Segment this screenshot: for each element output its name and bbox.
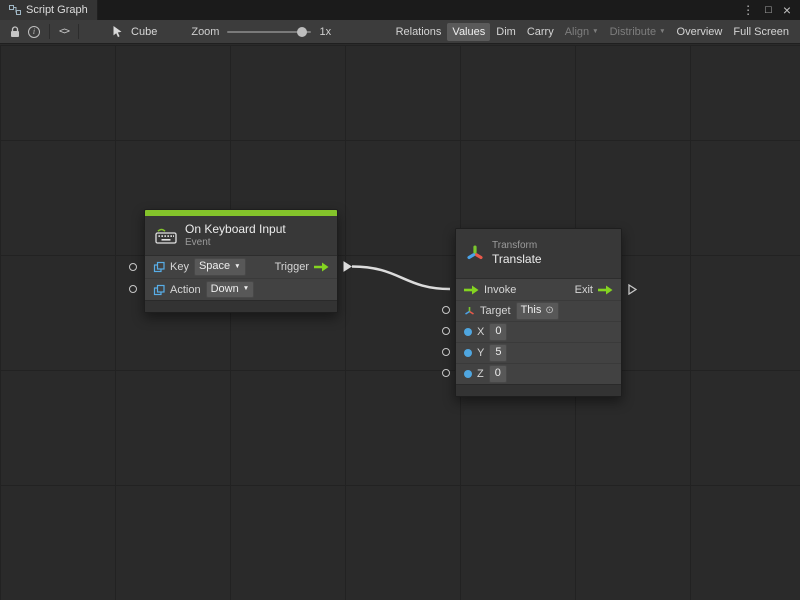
exit-flow-arrow-icon[interactable] <box>598 285 613 295</box>
relations-button[interactable]: Relations <box>391 23 447 41</box>
exit-label: Exit <box>575 284 593 296</box>
title-bar: Script Graph ⋮ □ × <box>0 0 800 20</box>
enum-port-icon <box>153 284 165 296</box>
node-header: On Keyboard Input Event <box>145 216 337 256</box>
x-row: X 0 <box>456 321 621 342</box>
action-input-port[interactable] <box>129 285 137 293</box>
target-object-field[interactable]: This ⊙ <box>516 302 559 320</box>
cursor-icon <box>108 25 127 38</box>
tab-script-graph[interactable]: Script Graph <box>0 0 98 20</box>
graph-icon <box>9 5 21 15</box>
invoke-row: Invoke Exit <box>456 279 621 300</box>
y-value-field[interactable]: 5 <box>489 344 507 362</box>
zoom-label: Zoom <box>191 26 219 38</box>
float-port-icon <box>464 328 472 336</box>
z-input-port[interactable] <box>442 369 450 377</box>
window-controls: ⋮ □ × <box>733 0 800 20</box>
action-row: Action Down ▼ <box>145 278 337 300</box>
chevron-down-icon: ▼ <box>592 28 598 35</box>
node-header: Transform Translate <box>456 229 621 279</box>
node-category: Transform <box>492 240 542 252</box>
z-label: Z <box>477 368 484 380</box>
node-footer <box>456 384 621 396</box>
x-label: X <box>477 326 484 338</box>
close-icon[interactable]: × <box>783 3 791 17</box>
key-input-port[interactable] <box>129 263 137 271</box>
y-row: Y 5 <box>456 342 621 363</box>
node-on-keyboard-input[interactable]: On Keyboard Input Event Key Space ▼ Trig… <box>144 209 338 313</box>
invoke-flow-arrow-icon[interactable] <box>464 285 479 295</box>
code-view-icon[interactable]: <> <box>55 26 73 37</box>
dim-button[interactable]: Dim <box>491 23 521 41</box>
x-value-field[interactable]: 0 <box>489 323 507 341</box>
toolbar-divider <box>78 24 79 39</box>
node-title: Translate <box>492 252 542 266</box>
fullscreen-button[interactable]: Full Screen <box>728 23 794 41</box>
node-footer <box>145 300 337 312</box>
z-value-field[interactable]: 0 <box>489 365 507 383</box>
node-subtitle: Event <box>185 237 286 249</box>
zoom-slider-handle[interactable] <box>297 27 307 37</box>
trigger-label: Trigger <box>275 261 309 273</box>
maximize-icon[interactable]: □ <box>765 5 772 16</box>
target-row: Target This ⊙ <box>456 300 621 321</box>
node-transform-translate[interactable]: Transform Translate Invoke Exit Target T… <box>455 228 622 397</box>
y-label: Y <box>477 347 484 359</box>
x-input-port[interactable] <box>442 327 450 335</box>
object-picker-icon[interactable]: ⊙ <box>545 305 553 317</box>
transform-icon <box>466 244 484 263</box>
graph-target-name: Cube <box>131 26 157 38</box>
distribute-button[interactable]: Distribute ▼ <box>605 23 671 41</box>
exit-output-port[interactable] <box>628 284 637 295</box>
float-port-icon <box>464 370 472 378</box>
key-row: Key Space ▼ Trigger <box>145 256 337 278</box>
trigger-output-port[interactable] <box>343 261 352 272</box>
y-input-port[interactable] <box>442 348 450 356</box>
graph-canvas[interactable] <box>0 45 800 600</box>
zoom-value: 1x <box>319 26 331 38</box>
lock-icon[interactable] <box>6 26 24 38</box>
target-label: Target <box>480 305 511 317</box>
values-button[interactable]: Values <box>447 23 490 41</box>
enum-port-icon <box>153 261 165 273</box>
carry-button[interactable]: Carry <box>522 23 559 41</box>
zoom-slider[interactable] <box>227 31 311 33</box>
info-icon[interactable]: i <box>24 26 44 38</box>
keyboard-icon <box>155 227 177 244</box>
key-dropdown[interactable]: Space ▼ <box>194 258 246 276</box>
toolbar-divider <box>49 24 50 39</box>
z-row: Z 0 <box>456 363 621 384</box>
invoke-label: Invoke <box>484 284 516 296</box>
window-menu-icon[interactable]: ⋮ <box>742 4 754 16</box>
key-label: Key <box>170 261 189 273</box>
toolbar-buttons: Relations Values Dim Carry Align ▼ Distr… <box>391 23 794 41</box>
trigger-flow-arrow-icon <box>314 262 329 272</box>
align-button[interactable]: Align ▼ <box>560 23 604 41</box>
graph-toolbar: i <> Cube Zoom 1x Relations Values Dim C… <box>0 20 800 44</box>
overview-button[interactable]: Overview <box>672 23 728 41</box>
action-label: Action <box>170 284 201 296</box>
target-input-port[interactable] <box>442 306 450 314</box>
chevron-down-icon: ▼ <box>234 263 240 270</box>
tab-title: Script Graph <box>26 4 88 16</box>
node-title: On Keyboard Input <box>185 222 286 236</box>
action-dropdown[interactable]: Down ▼ <box>206 281 255 299</box>
chevron-down-icon: ▼ <box>243 285 249 292</box>
float-port-icon <box>464 349 472 357</box>
chevron-down-icon: ▼ <box>659 28 665 35</box>
axis-icon <box>464 306 475 317</box>
